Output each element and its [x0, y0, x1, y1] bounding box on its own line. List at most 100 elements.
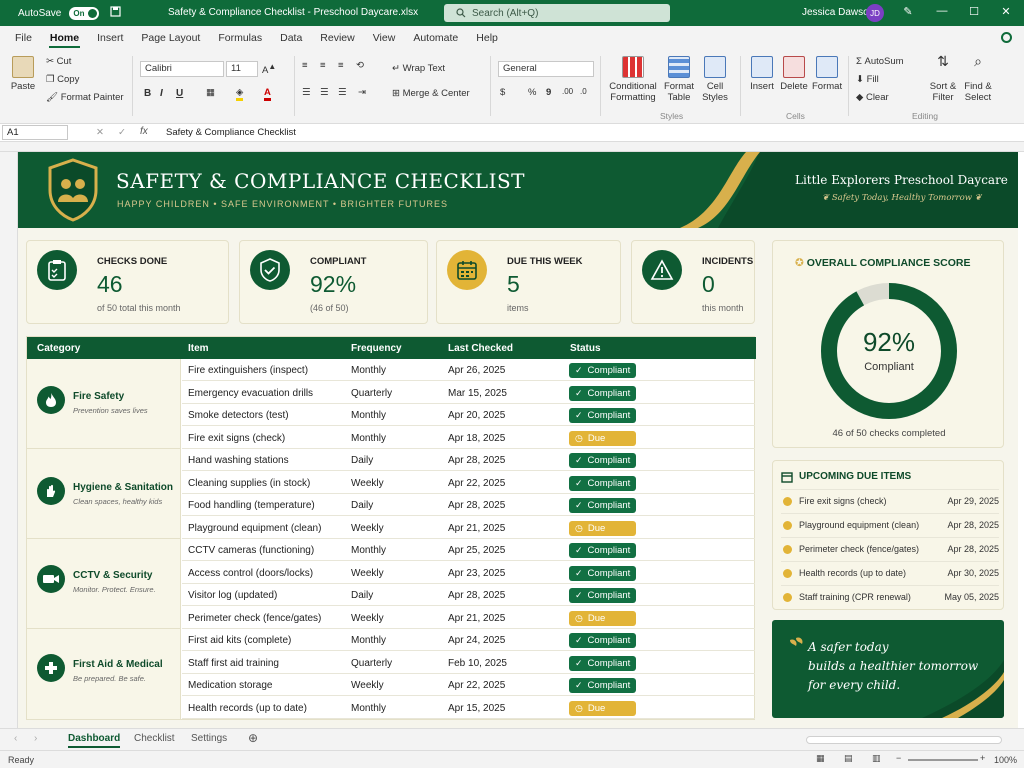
- percent-icon[interactable]: %: [528, 87, 536, 98]
- number-format-select[interactable]: General: [498, 61, 594, 77]
- italic-button[interactable]: I: [160, 88, 163, 99]
- cell-styles-button[interactable]: Cell Styles: [700, 56, 730, 103]
- align-right-icon[interactable]: ☰: [338, 87, 347, 98]
- tab-formulas[interactable]: Formulas: [209, 26, 271, 50]
- fill-button[interactable]: ⬇ Fill: [856, 74, 879, 85]
- align-top-icon[interactable]: ≡: [302, 60, 308, 71]
- cancel-icon[interactable]: ✕: [96, 127, 104, 138]
- zoom-slider[interactable]: [908, 759, 978, 761]
- autosum-button[interactable]: Σ AutoSum: [856, 56, 904, 67]
- align-left-icon[interactable]: ☰: [302, 87, 311, 98]
- align-middle-icon[interactable]: ≡: [320, 60, 326, 71]
- copy-button[interactable]: ❐ Copy: [46, 74, 79, 85]
- merge-center-button[interactable]: ⊞ Merge & Center: [392, 88, 470, 99]
- column-header-item[interactable]: Item: [188, 343, 209, 354]
- table-row[interactable]: Emergency evacuation drills Quarterly Mar …: [182, 382, 755, 404]
- align-bottom-icon[interactable]: ≡: [338, 60, 344, 71]
- avatar[interactable]: JD: [866, 4, 884, 22]
- wrap-text-button[interactable]: ↵ Wrap Text: [392, 63, 445, 74]
- tab-home[interactable]: Home: [41, 26, 88, 50]
- table-row[interactable]: Health records (up to date) Monthly Apr 15…: [182, 697, 755, 719]
- format-cells-button[interactable]: Format: [812, 56, 842, 92]
- sheet-tab-settings[interactable]: Settings: [191, 733, 227, 744]
- minimize-icon[interactable]: —: [932, 5, 952, 17]
- maximize-icon[interactable]: ☐: [964, 5, 984, 18]
- comma-icon[interactable]: 9: [546, 87, 551, 98]
- page-break-view-icon[interactable]: ▥: [872, 753, 881, 764]
- tab-data[interactable]: Data: [271, 26, 311, 50]
- upcoming-item[interactable]: Health records (up to date) Apr 30, 2025: [781, 561, 999, 585]
- decrease-decimal-icon[interactable]: .0: [580, 87, 587, 96]
- font-color-icon[interactable]: A: [264, 87, 271, 101]
- conditional-formatting-button[interactable]: Conditional Formatting: [608, 56, 658, 103]
- table-row[interactable]: Access control (doors/locks) Weekly Apr 23…: [182, 562, 755, 584]
- table-row[interactable]: Perimeter check (fence/gates) Weekly Apr 2…: [182, 607, 755, 629]
- table-row[interactable]: Visitor log (updated) Daily Apr 28, 2025 ✓ C…: [182, 584, 755, 606]
- add-sheet-icon[interactable]: ⊕: [248, 731, 258, 745]
- table-row[interactable]: Fire extinguishers (inspect) Monthly Apr 2…: [182, 359, 755, 381]
- paste-button[interactable]: Paste: [8, 56, 38, 92]
- tab-review[interactable]: Review: [311, 26, 363, 50]
- format-table-button[interactable]: Format Table: [662, 56, 696, 103]
- upcoming-item[interactable]: Fire exit signs (check) Apr 29, 2025: [781, 489, 999, 513]
- name-box[interactable]: A1: [2, 125, 68, 140]
- sheet-tab-dashboard[interactable]: Dashboard: [68, 733, 121, 748]
- borders-icon[interactable]: ▦: [206, 87, 215, 98]
- upcoming-item[interactable]: Perimeter check (fence/gates) Apr 28, 202…: [781, 537, 999, 561]
- fill-color-icon[interactable]: ◈: [236, 87, 244, 101]
- autosave-toggle[interactable]: On: [69, 6, 100, 20]
- tab-automate[interactable]: Automate: [404, 26, 467, 50]
- column-header-last-checked[interactable]: Last Checked: [448, 343, 513, 354]
- search-box[interactable]: Search (Alt+Q): [444, 4, 670, 22]
- tab-file[interactable]: File: [6, 26, 41, 50]
- scroll-left-icon[interactable]: ‹: [14, 733, 17, 744]
- insert-cells-button[interactable]: Insert: [748, 56, 776, 92]
- align-center-icon[interactable]: ☰: [320, 87, 329, 98]
- tab-insert[interactable]: Insert: [88, 26, 132, 50]
- record-icon[interactable]: [1001, 32, 1012, 43]
- table-row[interactable]: Hand washing stations Daily Apr 28, 2025 ✓ C…: [182, 449, 755, 471]
- accounting-icon[interactable]: $: [500, 87, 505, 98]
- table-row[interactable]: CCTV cameras (functioning) Monthly Apr 25,…: [182, 539, 755, 561]
- table-row[interactable]: First aid kits (complete) Monthly Apr 24, …: [182, 629, 755, 651]
- save-icon[interactable]: [105, 6, 125, 20]
- cut-button[interactable]: ✂ Cut: [46, 56, 71, 67]
- zoom-out-icon[interactable]: −: [896, 753, 901, 763]
- format-painter-button[interactable]: 🖌 Format Painter: [46, 92, 124, 103]
- clear-button[interactable]: ◆ Clear: [856, 92, 889, 103]
- tab-help[interactable]: Help: [467, 26, 507, 50]
- fx-icon[interactable]: fx: [140, 126, 148, 137]
- sort-filter-button[interactable]: ⇅ Sort & Filter: [928, 54, 958, 103]
- find-select-button[interactable]: ⌕ Find & Select: [962, 54, 994, 103]
- scroll-right-icon[interactable]: ›: [34, 733, 37, 744]
- column-header-frequency[interactable]: Frequency: [351, 343, 402, 354]
- table-row[interactable]: Food handling (temperature) Daily Apr 28, …: [182, 494, 755, 516]
- underline-button[interactable]: U: [176, 88, 183, 99]
- zoom-in-icon[interactable]: +: [980, 753, 985, 763]
- tab-page-layout[interactable]: Page Layout: [132, 26, 209, 50]
- column-header-status[interactable]: Status: [570, 343, 601, 354]
- table-row[interactable]: Fire exit signs (check) Monthly Apr 18, 20…: [182, 427, 755, 449]
- table-row[interactable]: Smoke detectors (test) Monthly Apr 20, 202…: [182, 404, 755, 426]
- zoom-level[interactable]: 100%: [994, 755, 1017, 765]
- delete-cells-button[interactable]: Delete: [780, 56, 808, 92]
- enter-icon[interactable]: ✓: [118, 127, 126, 138]
- formula-input[interactable]: Safety & Compliance Checklist: [166, 127, 296, 138]
- page-layout-view-icon[interactable]: ▤: [844, 753, 853, 764]
- upcoming-item[interactable]: Staff training (CPR renewal) May 05, 2025: [781, 585, 999, 609]
- sheet-tab-checklist[interactable]: Checklist: [134, 733, 175, 744]
- font-grow-icon[interactable]: A▲: [262, 62, 276, 76]
- font-name-select[interactable]: Calibri: [140, 61, 224, 77]
- increase-decimal-icon[interactable]: .00: [562, 87, 573, 96]
- tab-view[interactable]: View: [364, 26, 405, 50]
- feedback-icon[interactable]: ✎: [898, 5, 918, 18]
- table-row[interactable]: Playground equipment (clean) Weekly Apr 21…: [182, 517, 755, 539]
- indent-icon[interactable]: ⇥: [358, 87, 366, 98]
- orientation-icon[interactable]: ⟲: [356, 60, 364, 71]
- table-row[interactable]: Medication storage Weekly Apr 22, 2025 ✓ Com…: [182, 674, 755, 696]
- font-size-select[interactable]: 11: [226, 61, 258, 77]
- table-row[interactable]: Staff first aid training Quarterly Feb 10,…: [182, 652, 755, 674]
- upcoming-item[interactable]: Playground equipment (clean) Apr 28, 2025: [781, 513, 999, 537]
- table-row[interactable]: Cleaning supplies (in stock) Weekly Apr 22…: [182, 472, 755, 494]
- horizontal-scrollbar[interactable]: [806, 736, 1002, 744]
